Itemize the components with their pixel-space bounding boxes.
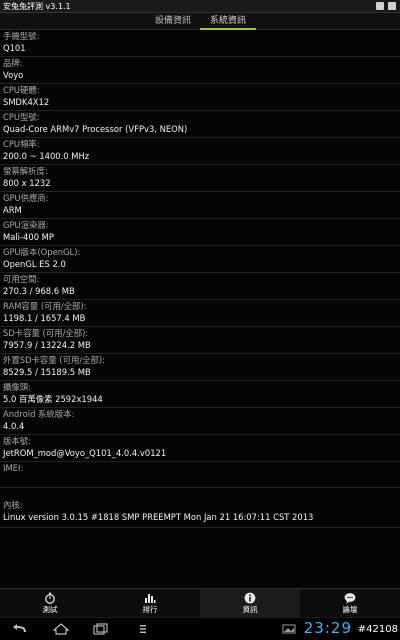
system-navigation-bar: 23:29 #42108 <box>0 617 400 640</box>
info-value: Voyo <box>3 70 24 80</box>
info-value: Quad-Core ARMv7 Processor (VFPv3, NEON) <box>3 124 188 134</box>
info-row-model: 手機型號: Q101 <box>0 30 400 57</box>
info-row-cpu-hardware: CPU硬體: SMDK4X12 <box>0 84 400 111</box>
info-row-available-space: 可用空間: 270.3 / 968.6 MB <box>0 273 400 300</box>
info-label: 品牌: <box>3 58 23 68</box>
info-label: IMEI: <box>3 463 24 473</box>
stopwatch-icon <box>45 592 55 604</box>
info-row-android-version: Android 系統版本: 4.0.4 <box>0 408 400 435</box>
action-info[interactable]: 資訊 <box>200 589 300 617</box>
info-row-imei: IMEI: <box>0 462 400 488</box>
info-label: 可用空間: <box>3 274 40 284</box>
info-value: Q101 <box>3 43 26 53</box>
back-icon[interactable] <box>12 623 30 635</box>
info-row-gpu-version: GPU版本(OpenGL): OpenGL ES 2.0 <box>0 246 400 273</box>
action-label: 排行 <box>142 605 158 614</box>
info-value: 1198.1 / 1657.4 MB <box>3 313 86 323</box>
info-value: 5.0 百萬像素 2592x1944 <box>3 394 103 404</box>
info-label: GPU版本(OpenGL): <box>3 247 81 257</box>
info-row-resolution: 螢幕解析度: 800 x 1232 <box>0 165 400 192</box>
info-label: GPU渲染器: <box>3 220 49 230</box>
title-bar-icons <box>376 2 396 10</box>
info-label: 外置SD卡容量 (可用/全部): <box>3 355 105 365</box>
system-info-list[interactable]: 手機型號: Q101 品牌: Voyo CPU硬體: SMDK4X12 CPU型… <box>0 30 400 588</box>
info-value: 270.3 / 968.6 MB <box>3 286 75 296</box>
watermark-text: #42108 <box>357 624 398 635</box>
info-row-kernel: 內核: Linux version 3.0.15 #1818 SMP PREEM… <box>0 488 400 528</box>
battery-icon <box>388 2 396 10</box>
signal-icon <box>376 2 384 10</box>
info-row-sd-card: SD卡容量 (可用/全部): 7957.9 / 13224.2 MB <box>0 327 400 354</box>
info-label: GPU供應商: <box>3 193 49 203</box>
info-value: SMDK4X12 <box>3 97 50 107</box>
info-label: 手機型號: <box>3 31 40 41</box>
info-value: 8529.5 / 15189.5 MB <box>3 367 91 377</box>
info-value: ARM <box>3 205 22 215</box>
info-value: 200.0 ~ 1400.0 MHz <box>3 151 90 161</box>
bottom-action-bar: 測試 排行 資訊 論壇 <box>0 588 400 617</box>
info-value: 800 x 1232 <box>3 178 51 188</box>
info-icon <box>244 592 256 604</box>
info-label: SD卡容量 (可用/全部): <box>3 328 89 338</box>
info-value: Mali-400 MP <box>3 232 54 242</box>
action-test[interactable]: 測試 <box>0 589 100 617</box>
bar-chart-icon <box>145 594 156 603</box>
info-row-camera: 攝像頭: 5.0 百萬像素 2592x1944 <box>0 381 400 408</box>
app-title: 安兔兔評測 v3.1.1 <box>3 2 71 11</box>
action-label: 論壇 <box>342 605 358 614</box>
info-row-ram: RAM容量 (可用/全部): 1198.1 / 1657.4 MB <box>0 300 400 327</box>
info-label: RAM容量 (可用/全部): <box>3 301 87 311</box>
info-label: 螢幕解析度: <box>3 166 48 176</box>
title-bar: 安兔兔評測 v3.1.1 <box>0 0 400 13</box>
info-label: 版本號: <box>3 436 31 446</box>
info-label: CPU型號: <box>3 112 40 122</box>
info-label: CPU頻率: <box>3 139 40 149</box>
info-label: Android 系統版本: <box>3 409 75 419</box>
action-label: 測試 <box>42 605 58 614</box>
action-ranking[interactable]: 排行 <box>100 589 200 617</box>
info-row-cpu-model: CPU型號: Quad-Core ARMv7 Processor (VFPv3,… <box>0 111 400 138</box>
tab-device-info[interactable]: 設備資訊 <box>140 13 206 30</box>
system-clock: 23:29 <box>303 619 352 637</box>
info-label: CPU硬體: <box>3 85 40 95</box>
info-value: 7957.9 / 13224.2 MB <box>3 340 91 350</box>
info-value: JetROM_mod@Voyo_Q101_4.0.4.v0121 <box>3 448 167 458</box>
action-label: 資訊 <box>242 605 258 614</box>
tab-system-info[interactable]: 系統資訊 <box>200 13 256 30</box>
info-row-build-number: 版本號: JetROM_mod@Voyo_Q101_4.0.4.v0121 <box>0 435 400 462</box>
info-value: OpenGL ES 2.0 <box>3 259 66 269</box>
info-label: 攝像頭: <box>3 382 31 392</box>
info-label: 內核: <box>3 500 23 510</box>
tab-bar: 設備資訊 系統資訊 <box>0 13 400 30</box>
home-icon[interactable] <box>52 623 70 635</box>
chat-bubble-icon <box>344 593 356 604</box>
menu-icon[interactable] <box>134 623 152 635</box>
info-row-gpu-renderer: GPU渲染器: Mali-400 MP <box>0 219 400 246</box>
screenshot-icon <box>282 624 296 634</box>
info-row-external-sd: 外置SD卡容量 (可用/全部): 8529.5 / 15189.5 MB <box>0 354 400 381</box>
info-value: Linux version 3.0.15 #1818 SMP PREEMPT M… <box>3 512 314 522</box>
recent-apps-icon[interactable] <box>92 623 110 635</box>
action-forum[interactable]: 論壇 <box>300 589 400 617</box>
info-row-cpu-frequency: CPU頻率: 200.0 ~ 1400.0 MHz <box>0 138 400 165</box>
info-row-gpu-vendor: GPU供應商: ARM <box>0 192 400 219</box>
info-row-brand: 品牌: Voyo <box>0 57 400 84</box>
info-value: 4.0.4 <box>3 421 25 431</box>
